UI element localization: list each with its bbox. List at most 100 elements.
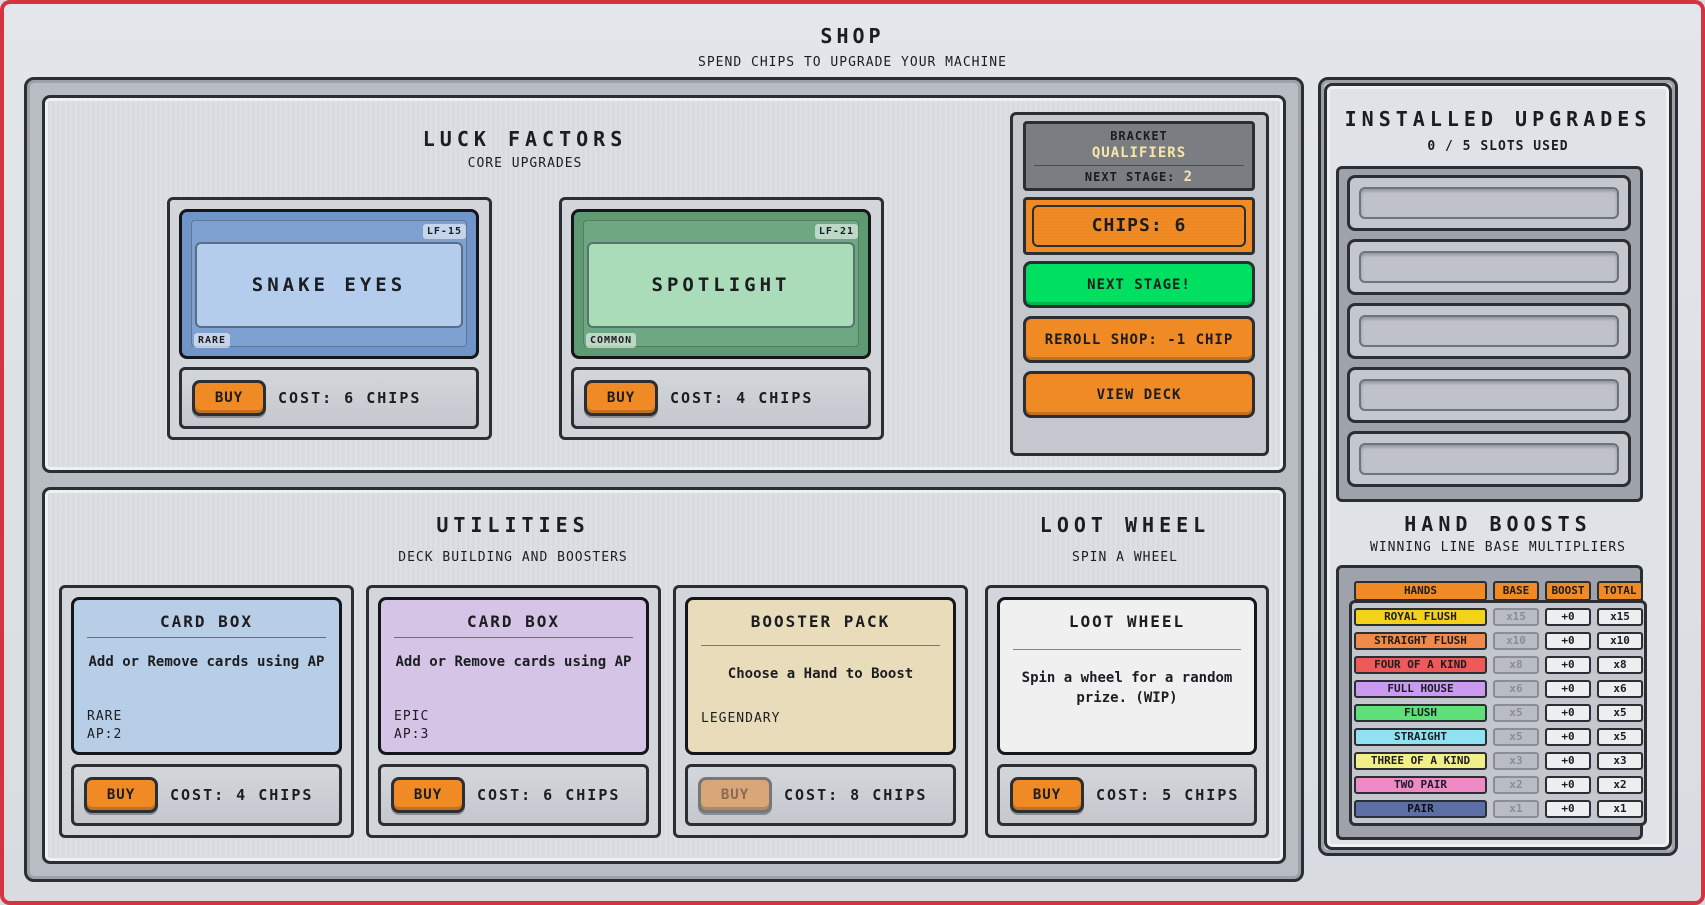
shop-subtitle: SPEND CHIPS TO UPGRADE YOUR MACHINE	[698, 55, 1007, 70]
card-rarity: RARE	[87, 709, 123, 724]
next-stage-value: 2	[1183, 169, 1194, 185]
hand-boost: +0	[1545, 752, 1591, 770]
luck-factors-title: LUCK FACTORS	[422, 127, 628, 151]
card-title: LOOT WHEEL	[1068, 612, 1186, 631]
buy-bar: BUY COST: 6 CHIPS	[179, 367, 479, 429]
card-name: SNAKE EYES	[195, 242, 463, 328]
buy-bar: BUY COST: 5 CHIPS	[997, 764, 1257, 826]
loot-wheel-subtitle: SPIN A WHEEL	[1072, 550, 1178, 565]
hand-total: x2	[1597, 776, 1643, 794]
loot-wheel-title: LOOT WHEEL	[1039, 513, 1211, 537]
hand-boost: +0	[1545, 680, 1591, 698]
utilities-subtitle: DECK BUILDING AND BOOSTERS	[398, 550, 628, 565]
card-ap: AP:2	[87, 727, 123, 742]
header-hands: HANDS	[1354, 581, 1487, 601]
upgrade-slot-3[interactable]	[1347, 303, 1631, 359]
chips-count: CHIPS: 6	[1032, 205, 1246, 247]
buy-button[interactable]: BUY	[1010, 777, 1084, 813]
next-stage-button[interactable]: NEXT STAGE!	[1023, 261, 1255, 308]
buy-button[interactable]: BUY	[192, 380, 266, 416]
card-rarity: RARE	[194, 333, 231, 348]
next-stage-label: NEXT STAGE:	[1084, 170, 1176, 184]
hand-boost: +0	[1545, 800, 1591, 818]
hand-boost: +0	[1545, 632, 1591, 650]
hand-boosts-subtitle: WINNING LINE BASE MULTIPLIERS	[1370, 540, 1626, 555]
hand-boost: +0	[1545, 656, 1591, 674]
hand-boost: +0	[1545, 776, 1591, 794]
loot-wheel-card[interactable]: LOOT WHEEL Spin a wheel for a random pri…	[997, 597, 1257, 755]
hand-total: x3	[1597, 752, 1643, 770]
card-title: CARD BOX	[466, 612, 561, 631]
upgrade-slot-2[interactable]	[1347, 239, 1631, 295]
header-base: BASE	[1493, 581, 1539, 601]
hand-base: x10	[1493, 632, 1539, 650]
hand-total: x5	[1597, 728, 1643, 746]
card-description: Add or Remove cards using AP	[88, 654, 325, 670]
cost-label: COST: 8 CHIPS	[784, 786, 928, 804]
hand-name: FULL HOUSE	[1354, 680, 1487, 698]
buy-bar: BUY COST: 4 CHIPS	[71, 764, 342, 826]
view-deck-button[interactable]: VIEW DECK	[1023, 371, 1255, 418]
cost-label: COST: 5 CHIPS	[1096, 786, 1240, 804]
reroll-shop-button[interactable]: REROLL SHOP: -1 CHIP	[1023, 316, 1255, 363]
buy-button[interactable]: BUY	[84, 777, 158, 813]
hand-total: x1	[1597, 800, 1643, 818]
bracket-display: BRACKET QUALIFIERS NEXT STAGE: 2	[1023, 121, 1255, 191]
hand-total: x15	[1597, 608, 1643, 626]
hand-base: x8	[1493, 656, 1539, 674]
hand-base: x2	[1493, 776, 1539, 794]
utility-card-box-epic[interactable]: CARD BOX Add or Remove cards using AP EP…	[378, 597, 649, 755]
cost-label: COST: 4 CHIPS	[170, 786, 314, 804]
header-total: TOTAL	[1597, 581, 1643, 601]
card-ap: AP:3	[394, 727, 430, 742]
hand-name: FLUSH	[1354, 704, 1487, 722]
card-description: Choose a Hand to Boost	[727, 666, 914, 682]
card-name: SPOTLIGHT	[587, 242, 855, 328]
hand-total: x8	[1597, 656, 1643, 674]
cost-label: COST: 4 CHIPS	[670, 389, 814, 407]
card-description: Spin a wheel for a random prize. (WIP)	[1021, 670, 1233, 706]
upgrade-slot-1[interactable]	[1347, 175, 1631, 231]
hand-base: x3	[1493, 752, 1539, 770]
card-rarity: LEGENDARY	[701, 711, 781, 726]
hand-base: x1	[1493, 800, 1539, 818]
buy-bar: BUY COST: 4 CHIPS	[571, 367, 871, 429]
luck-factors-subtitle: CORE UPGRADES	[467, 156, 583, 171]
installed-upgrades-title: INSTALLED UPGRADES	[1344, 107, 1652, 131]
card-rarity: EPIC	[394, 709, 430, 724]
utility-card-box-rare[interactable]: CARD BOX Add or Remove cards using AP RA…	[71, 597, 342, 755]
hand-name: FOUR OF A KIND	[1354, 656, 1487, 674]
hand-base: x5	[1493, 704, 1539, 722]
chips-display: CHIPS: 6	[1023, 197, 1255, 255]
hand-name: STRAIGHT	[1354, 728, 1487, 746]
buy-button[interactable]: BUY	[584, 380, 658, 416]
card-code: LF-15	[422, 224, 466, 239]
utility-booster-pack[interactable]: BOOSTER PACK Choose a Hand to Boost LEGE…	[685, 597, 956, 755]
hand-boost: +0	[1545, 608, 1591, 626]
hand-base: x6	[1493, 680, 1539, 698]
luck-card-snake-eyes[interactable]: LF-15 SNAKE EYES RARE	[179, 209, 479, 359]
buy-button[interactable]: BUY	[698, 777, 772, 813]
shop-title: SHOP	[820, 24, 885, 48]
bracket-label: BRACKET	[1110, 129, 1168, 143]
buy-bar: BUY COST: 8 CHIPS	[685, 764, 956, 826]
hand-boosts-title: HAND BOOSTS	[1404, 512, 1592, 536]
cost-label: COST: 6 CHIPS	[278, 389, 422, 407]
header-boost: BOOST	[1545, 581, 1591, 601]
hand-total: x10	[1597, 632, 1643, 650]
hand-name: PAIR	[1354, 800, 1487, 818]
hand-name: STRAIGHT FLUSH	[1354, 632, 1487, 650]
card-description: Add or Remove cards using AP	[395, 654, 632, 670]
slots-used: 0 / 5 SLOTS USED	[1427, 139, 1569, 154]
hand-name: THREE OF A KIND	[1354, 752, 1487, 770]
hand-total: x5	[1597, 704, 1643, 722]
hand-base: x15	[1493, 608, 1539, 626]
card-code: LF-21	[814, 224, 858, 239]
cost-label: COST: 6 CHIPS	[477, 786, 621, 804]
upgrade-slot-4[interactable]	[1347, 367, 1631, 423]
luck-card-spotlight[interactable]: LF-21 SPOTLIGHT COMMON	[571, 209, 871, 359]
upgrade-slot-5[interactable]	[1347, 431, 1631, 487]
buy-bar: BUY COST: 6 CHIPS	[378, 764, 649, 826]
hand-boost: +0	[1545, 728, 1591, 746]
buy-button[interactable]: BUY	[391, 777, 465, 813]
